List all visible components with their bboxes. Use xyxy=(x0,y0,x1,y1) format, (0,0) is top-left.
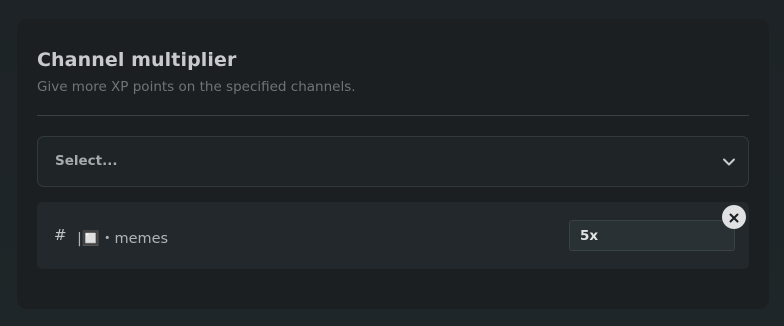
page: Channel multiplier Give more XP points o… xyxy=(0,0,784,326)
channel-row: # |🔲・memes xyxy=(37,202,749,269)
remove-channel-button[interactable] xyxy=(722,205,746,229)
select-placeholder: Select... xyxy=(55,153,118,169)
hash-icon: # xyxy=(54,226,67,244)
multiplier-input[interactable] xyxy=(569,220,735,251)
card-title: Channel multiplier xyxy=(37,49,237,71)
channel-select[interactable]: Select... xyxy=(37,136,749,187)
channel-multiplier-card: Channel multiplier Give more XP points o… xyxy=(17,19,769,309)
chevron-down-icon[interactable] xyxy=(721,154,737,170)
card-subtitle: Give more XP points on the specified cha… xyxy=(37,79,356,95)
close-icon xyxy=(729,208,739,227)
divider xyxy=(37,115,749,116)
channel-name: |🔲・memes xyxy=(77,231,169,247)
